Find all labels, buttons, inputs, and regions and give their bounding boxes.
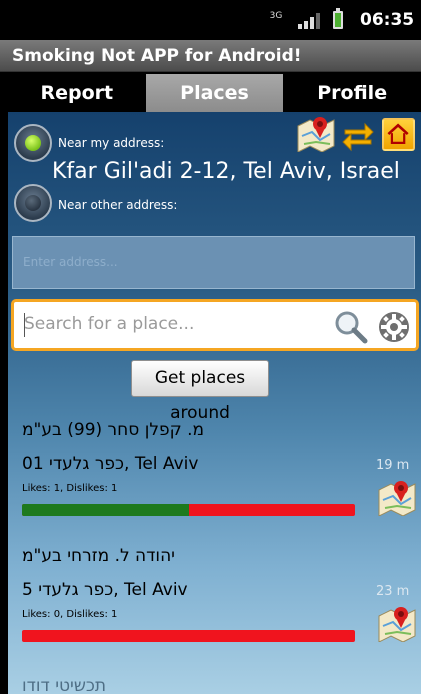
- place-name: יהודה ל. מזרחי בע"מ: [22, 546, 175, 566]
- tab-profile[interactable]: Profile: [283, 74, 421, 112]
- home-icon: [387, 123, 409, 144]
- place-name-partial: תכשיטי דודו: [22, 676, 107, 694]
- other-address-input[interactable]: Enter address...: [12, 236, 415, 289]
- map-icon[interactable]: [377, 478, 417, 516]
- likes-ratio-bar: [22, 504, 355, 516]
- place-list-item[interactable]: יהודה ל. מזרחי בע"מ כפר גלעדי 5, Tel Avi…: [8, 546, 421, 674]
- likes-fill: [22, 504, 189, 516]
- status-bar: 3G 06:35: [0, 0, 421, 40]
- search-icon[interactable]: [332, 309, 370, 345]
- network-type-icon: 3G: [269, 11, 283, 21]
- signal-icon: [298, 13, 320, 29]
- place-list-item[interactable]: מ. קפלן סחר (99) בע"מ כפר גלעדי 01, Tel …: [8, 420, 421, 548]
- place-address: כפר גלעדי 5, Tel Aviv: [22, 580, 188, 600]
- places-panel: Near my address: Kfar Gil'adi 2-12, Tel …: [8, 112, 421, 694]
- search-placeholder: Search for a place...: [24, 314, 195, 334]
- likes-ratio-bar: [22, 630, 355, 642]
- near-other-address-radio[interactable]: [14, 184, 52, 222]
- home-button[interactable]: [382, 118, 415, 151]
- tab-report[interactable]: Report: [8, 74, 146, 112]
- place-name: מ. קפלן סחר (99) בע"מ: [22, 420, 205, 440]
- clock: 06:35: [360, 10, 415, 30]
- place-likes-text: Likes: 0, Dislikes: 1: [22, 609, 118, 620]
- near-my-address-radio[interactable]: [14, 124, 52, 162]
- near-my-address-label: Near my address:: [58, 136, 165, 150]
- my-address-text: Kfar Gil'adi 2-12, Tel Aviv, Israel: [52, 159, 400, 184]
- place-distance: 23 m: [376, 584, 410, 599]
- place-distance: 19 m: [376, 458, 410, 473]
- tab-bar: Report Places Profile: [8, 74, 421, 112]
- place-search-input[interactable]: Search for a place...: [11, 299, 419, 351]
- app-title: Smoking Not APP for Android!: [12, 46, 302, 66]
- refresh-icon[interactable]: [341, 118, 375, 152]
- get-places-button[interactable]: Get places around: [131, 360, 269, 423]
- place-address: כפר גלעדי 01, Tel Aviv: [22, 454, 199, 474]
- near-other-address-label: Near other address:: [58, 198, 178, 212]
- other-address-placeholder: Enter address...: [23, 255, 118, 269]
- tab-places[interactable]: Places: [145, 74, 284, 112]
- map-icon[interactable]: [377, 604, 417, 642]
- gear-icon[interactable]: [376, 309, 412, 345]
- map-icon[interactable]: [296, 114, 336, 152]
- app-title-bar: Smoking Not APP for Android!: [0, 40, 421, 72]
- battery-icon: [333, 8, 343, 29]
- place-likes-text: Likes: 1, Dislikes: 1: [22, 483, 118, 494]
